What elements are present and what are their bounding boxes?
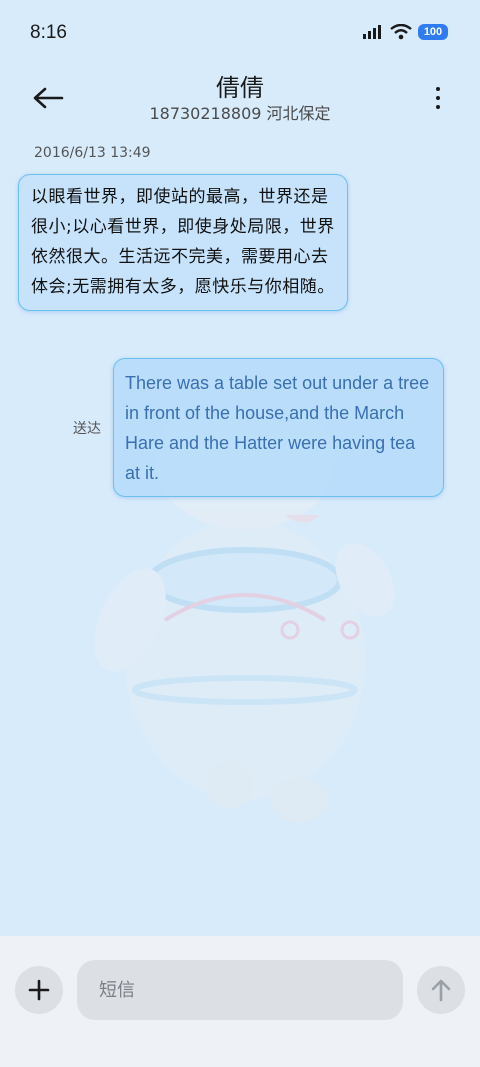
contact-detail: 18730218809 河北保定 bbox=[149, 104, 331, 123]
add-attachment-button[interactable] bbox=[15, 966, 63, 1014]
status-time: 8:16 bbox=[30, 22, 67, 43]
send-arrow-icon bbox=[431, 979, 451, 1002]
delivery-status: 送达 bbox=[73, 421, 101, 437]
sms-input[interactable] bbox=[77, 960, 403, 1020]
status-icons: 100 bbox=[362, 24, 448, 40]
battery-icon: 100 bbox=[418, 24, 448, 40]
contact-name: 倩倩 bbox=[216, 74, 264, 102]
incoming-message-bubble[interactable]: 以眼看世界，即使站的最高，世界还是很小;以心看世界，即使身处局限，世界依然很大。… bbox=[18, 174, 348, 311]
message-composer bbox=[0, 936, 480, 1067]
wifi-icon bbox=[390, 24, 412, 40]
more-options-button[interactable] bbox=[426, 78, 450, 118]
plus-icon bbox=[28, 979, 50, 1001]
outgoing-message-bubble[interactable]: There was a table set out under a tree i… bbox=[113, 358, 444, 497]
send-button[interactable] bbox=[417, 966, 465, 1014]
message-timestamp: 2016/6/13 13:49 bbox=[34, 145, 151, 161]
conversation-header: 倩倩 18730218809 河北保定 bbox=[0, 66, 480, 132]
more-vertical-icon bbox=[436, 105, 440, 109]
signal-icon bbox=[363, 25, 381, 39]
more-vertical-icon bbox=[436, 87, 440, 91]
more-vertical-icon bbox=[436, 96, 440, 100]
status-bar: 8:16 100 bbox=[0, 0, 480, 66]
